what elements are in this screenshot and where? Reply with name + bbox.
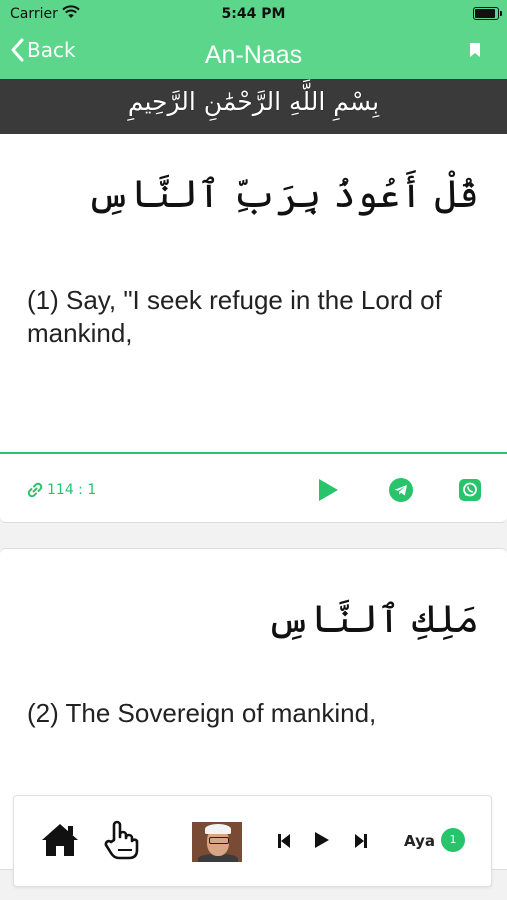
verse-translation: (1) Say, "I seek refuge in the Lord of m… bbox=[27, 285, 442, 348]
telegram-icon[interactable] bbox=[389, 478, 413, 502]
verse-card: قُلْ أَعُوذُ بِرَبِّ ٱلنَّاسِ (1) Say, "… bbox=[0, 134, 507, 523]
clock: 5:44 PM bbox=[221, 6, 286, 22]
verse-translation: (2) The Sovereign of mankind, bbox=[27, 698, 377, 728]
play-icon[interactable] bbox=[314, 831, 330, 849]
aya-number-badge[interactable]: 1 bbox=[441, 828, 465, 852]
skip-previous-icon[interactable] bbox=[277, 833, 291, 849]
whatsapp-icon[interactable] bbox=[458, 478, 482, 502]
audio-player-bar: Aya 1 bbox=[13, 795, 492, 887]
home-icon[interactable] bbox=[40, 822, 80, 858]
aya-label: Aya bbox=[404, 832, 435, 850]
bismillah-text: بِسْمِ اللَّهِ الرَّحْمَٰنِ الرَّحِيمِ bbox=[127, 87, 380, 116]
verse-reference-link[interactable]: 114 : 1 bbox=[27, 482, 96, 498]
divider bbox=[0, 452, 507, 454]
link-icon bbox=[27, 482, 43, 498]
verse-arabic: قُلْ أَعُوذُ بِرَبِّ ٱلنَّاسِ bbox=[86, 172, 480, 216]
play-icon[interactable] bbox=[316, 478, 340, 502]
skip-next-icon[interactable] bbox=[354, 833, 368, 849]
page-title: An-Naas bbox=[204, 41, 303, 69]
header: Carrier 5:44 PM Back An-Naas bbox=[0, 0, 507, 79]
verse-arabic: مَلِكِ ٱلنَّاسِ bbox=[266, 597, 479, 641]
reciter-avatar[interactable] bbox=[192, 822, 242, 862]
status-bar: Carrier 5:44 PM bbox=[0, 0, 507, 28]
battery-icon bbox=[473, 7, 502, 20]
bookmark-icon[interactable] bbox=[469, 42, 481, 58]
navigation-bar: Back An-Naas bbox=[0, 28, 507, 79]
verse-reference: 114 : 1 bbox=[47, 482, 97, 498]
hand-pointer-icon[interactable] bbox=[102, 820, 140, 860]
bismillah-banner: بِسْمِ اللَّهِ الرَّحْمَٰنِ الرَّحِيمِ bbox=[0, 79, 507, 134]
